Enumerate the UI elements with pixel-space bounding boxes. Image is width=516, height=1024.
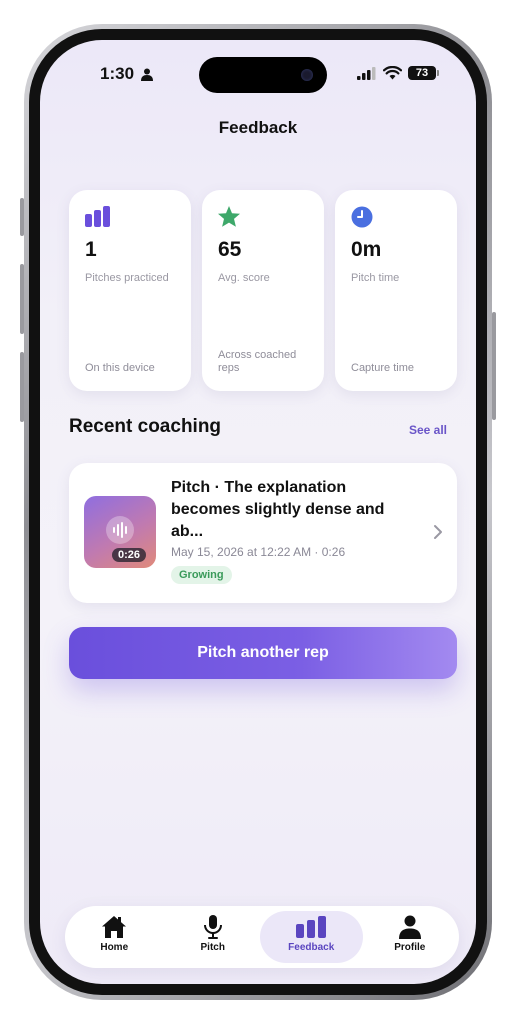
coaching-meta: May 15, 2026 at 12:22 AM · 0:26 [171, 545, 346, 559]
tab-feedback[interactable]: Feedback [260, 906, 362, 968]
stat-value: 1 [85, 238, 97, 261]
phone-frame: 1:30 73 Feedback 1 Pitches practiced On … [24, 24, 492, 1000]
person-icon [141, 68, 153, 81]
status-time: 1:30 [100, 64, 135, 83]
recording-thumbnail: 0:26 [84, 496, 156, 568]
stat-footnote: Across coached reps [218, 349, 297, 374]
page-title: Feedback [218, 118, 298, 137]
stat-footnote: Capture time [351, 362, 414, 374]
stat-card-pitch-time: 0m Pitch time Capture time [335, 190, 457, 391]
stat-label: Pitches practiced [85, 272, 169, 284]
bar-chart-icon [296, 916, 327, 938]
clock-icon [351, 206, 373, 228]
tab-label: Home [100, 942, 129, 953]
see-all-link[interactable]: See all [409, 423, 447, 437]
coaching-item[interactable]: 0:26 Pitch · The explanation becomes sli… [69, 463, 457, 603]
stat-card-avg-score: 65 Avg. score Across coached reps [202, 190, 324, 391]
dynamic-island [199, 57, 327, 93]
tab-label: Feedback [288, 942, 335, 953]
stat-footnote: On this device [85, 362, 155, 374]
stat-label: Avg. score [218, 272, 270, 284]
person-icon [398, 915, 421, 939]
battery-icon: 73 [408, 66, 439, 80]
tab-label: Pitch [200, 942, 225, 953]
tab-label: Profile [394, 942, 426, 953]
phone-bezel: 1:30 73 Feedback 1 Pitches practiced On … [29, 29, 487, 995]
chevron-right-icon [434, 525, 442, 539]
tab-home[interactable]: Home [65, 906, 164, 968]
house-icon [102, 916, 127, 938]
waveform-icon [106, 516, 134, 544]
microphone-icon [203, 915, 222, 939]
status-icons: 73 [357, 66, 439, 80]
status-badge: Growing [171, 566, 232, 584]
bar-chart-icon [85, 206, 110, 227]
stats-row: 1 Pitches practiced On this device 65 Av… [69, 190, 457, 391]
star-icon [218, 206, 240, 227]
section-title: Recent coaching [69, 416, 222, 437]
stat-label: Pitch time [351, 272, 400, 284]
tab-profile[interactable]: Profile [361, 906, 460, 968]
stat-value: 0m [351, 238, 382, 261]
screen: 1:30 73 Feedback 1 Pitches practiced On … [40, 40, 476, 984]
wifi-icon [383, 66, 402, 80]
camera-icon [301, 69, 313, 81]
tab-bar: Home Pitch Feedback Profile [65, 906, 459, 968]
tab-pitch[interactable]: Pitch [164, 906, 263, 968]
power-button [492, 312, 496, 420]
stat-card-pitches: 1 Pitches practiced On this device [69, 190, 191, 391]
pitch-another-rep-button[interactable]: Pitch another rep [69, 627, 457, 679]
coaching-title: Pitch · The explanation becomes slightly… [171, 479, 385, 540]
status-bar: 1:30 73 [40, 40, 476, 104]
duration-badge: 0:26 [112, 548, 147, 562]
signal-icon [357, 66, 376, 80]
stat-value: 65 [218, 238, 242, 261]
